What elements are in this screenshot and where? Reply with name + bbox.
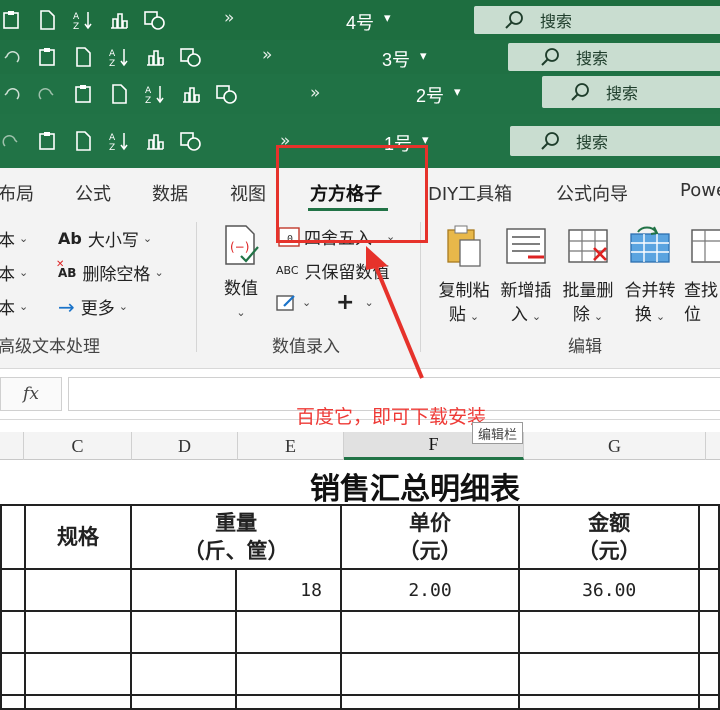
annotation-text: 百度它，即可下载安装 bbox=[296, 406, 487, 428]
tooltip-formula-bar: 编辑栏 bbox=[472, 422, 524, 444]
annotation-arrow-icon bbox=[366, 246, 424, 379]
